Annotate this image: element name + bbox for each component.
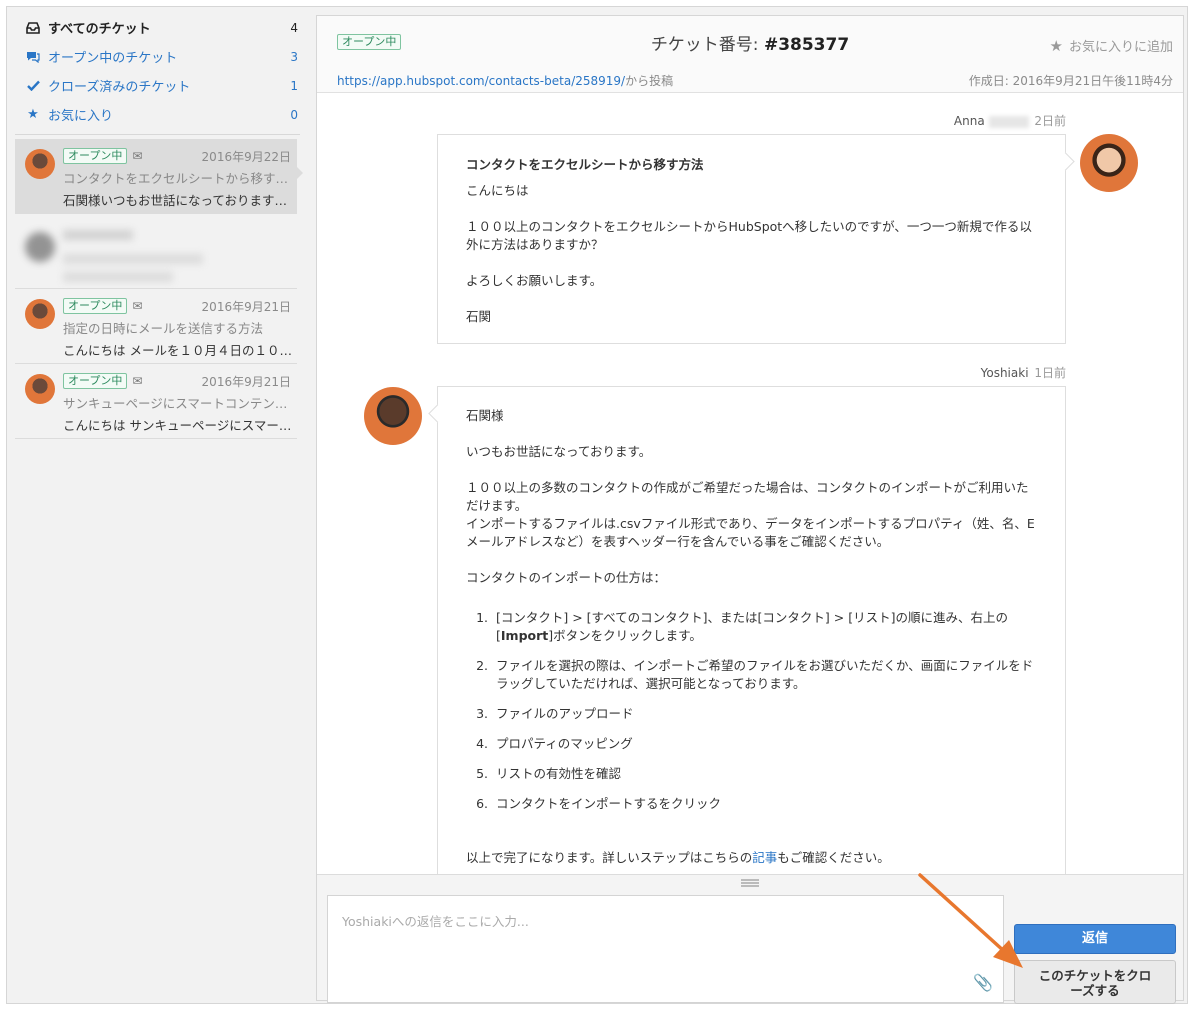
message-time: 1日前 bbox=[1034, 366, 1066, 380]
list-item: ファイルのアップロード bbox=[492, 705, 1037, 723]
status-badge: オープン中 bbox=[63, 298, 128, 314]
created-date: 作成日: 2016年9月21日午後11時4分 bbox=[968, 74, 1173, 88]
conversation: Anna 2日前 コンタクトをエクセルシートから移す方法 こんにちは １００以上… bbox=[317, 94, 1183, 874]
email-icon: ✉ bbox=[132, 374, 143, 388]
send-reply-button[interactable]: 返信 bbox=[1014, 924, 1176, 954]
redacted-content bbox=[25, 230, 291, 282]
list-item: コンタクトをインポートするをクリック bbox=[492, 795, 1037, 813]
ticket-list: オープン中 ✉ 2016年9月22日 コンタクトをエクセルシートから移す… 石関… bbox=[15, 139, 303, 439]
list-item: プロパティのマッピング bbox=[492, 735, 1037, 753]
closing-text: 以上で完了になります。詳しいステップはこちらの bbox=[466, 850, 753, 865]
reply-placeholder: Yoshiakiへの返信をここに入力... bbox=[342, 914, 529, 929]
source-suffix: から投稿 bbox=[625, 74, 674, 88]
inbox-icon bbox=[25, 20, 41, 36]
folder-count: 3 bbox=[290, 49, 298, 64]
app-window: すべてのチケット 4 オープン中のチケット 3 クローズ済みのチケット 1 ★ … bbox=[6, 6, 1188, 1004]
step-text: ]ボタンをクリックします。 bbox=[548, 628, 702, 643]
ticket-number: #385377 bbox=[763, 35, 850, 55]
folder-favorites[interactable]: ★ お気に入り 0 bbox=[15, 100, 300, 129]
avatar bbox=[364, 387, 422, 445]
avatar bbox=[25, 299, 55, 329]
message-bubble: 石関様 いつもお世話になっております。 １００以上の多数のコンタクトの作成がご希… bbox=[437, 386, 1066, 874]
sender-name: Anna bbox=[953, 114, 985, 128]
list-item: ファイルを選択の際は、インポートご希望のファイルをお選びいただくか、画面にファイ… bbox=[492, 657, 1037, 693]
ticket-title-prefix: チケット番号: bbox=[650, 35, 764, 55]
folder-count: 0 bbox=[290, 107, 298, 122]
folder-count: 4 bbox=[290, 20, 298, 35]
message-meta: Anna 2日前 bbox=[954, 112, 1066, 129]
list-item: [コンタクト] > [すべてのコンタクト]、または[コンタクト] > [リスト]… bbox=[492, 609, 1037, 645]
star-icon: ★ bbox=[27, 107, 39, 122]
folder-all-tickets[interactable]: すべてのチケット 4 bbox=[15, 13, 300, 42]
ticket-subject: 指定の日時にメールを送信する方法 bbox=[63, 321, 264, 336]
message-text: いつもお世話になっております。 bbox=[466, 444, 652, 459]
article-link[interactable]: 記事 bbox=[752, 850, 777, 865]
chat-icon bbox=[25, 49, 41, 65]
sender-name: Yoshiaki bbox=[980, 366, 1029, 380]
message-bubble: コンタクトをエクセルシートから移す方法 こんにちは １００以上のコンタクトをエク… bbox=[437, 134, 1066, 344]
message-text: 石関様 bbox=[466, 408, 504, 423]
star-icon: ★ bbox=[1049, 37, 1063, 55]
ticket-list-item[interactable]: オープン中 ✉ 2016年9月21日 サンキューページにスマートコンテン… こん… bbox=[15, 364, 297, 439]
folder-label: クローズ済みのチケット bbox=[48, 80, 191, 95]
ticket-preview: 石関様いつもお世話になっております… bbox=[63, 193, 288, 208]
ticket-date: 2016年9月22日 bbox=[201, 149, 291, 164]
ticket-date: 2016年9月21日 bbox=[201, 374, 291, 389]
paperclip-icon[interactable]: 📎 bbox=[973, 973, 993, 992]
resize-handle[interactable] bbox=[741, 879, 759, 887]
message-text: 石関 bbox=[466, 309, 492, 324]
avatar bbox=[1080, 134, 1138, 192]
close-ticket-label: このチケットをクローズする bbox=[1038, 968, 1152, 998]
message-text: １００以上の多数のコンタクトの作成がご希望だった場合は、コンタクトのインポートが… bbox=[466, 480, 1029, 513]
avatar bbox=[25, 374, 55, 404]
email-icon: ✉ bbox=[132, 149, 143, 163]
avatar bbox=[25, 232, 55, 262]
folder-closed-tickets[interactable]: クローズ済みのチケット 1 bbox=[15, 71, 300, 100]
folder-count: 1 bbox=[290, 78, 298, 93]
reply-area: Yoshiakiへの返信をここに入力... 📎 返信 このチケットをクローズする bbox=[317, 874, 1183, 1004]
sidebar: すべてのチケット 4 オープン中のチケット 3 クローズ済みのチケット 1 ★ … bbox=[7, 7, 308, 1003]
message-subject: コンタクトをエクセルシートから移す方法 bbox=[466, 157, 704, 172]
status-badge: オープン中 bbox=[63, 373, 128, 389]
ticket-header: オープン中 チケット番号: #385377 ★ お気に入りに追加 https://… bbox=[317, 16, 1183, 93]
message-text: １００以上のコンタクトをエクセルシートからHubSpotへ移したいのですが、一つ… bbox=[466, 219, 1032, 252]
message-text: こんにちは bbox=[466, 183, 529, 198]
closing-text: もご確認ください。 bbox=[777, 850, 890, 865]
ticket-subject: サンキューページにスマートコンテン… bbox=[63, 396, 288, 411]
status-badge: オープン中 bbox=[63, 148, 128, 164]
message-meta: Yoshiaki 1日前 bbox=[981, 364, 1066, 381]
check-icon bbox=[25, 78, 41, 94]
redacted-name bbox=[988, 115, 1029, 128]
email-icon: ✉ bbox=[132, 299, 143, 313]
avatar bbox=[25, 149, 55, 179]
source-link[interactable]: https://app.hubspot.com/contacts-beta/25… bbox=[337, 74, 625, 88]
ticket-preview: こんにちは サンキューページにスマー… bbox=[63, 418, 291, 433]
folder-label: すべてのチケット bbox=[48, 22, 151, 37]
message-time: 2日前 bbox=[1034, 114, 1066, 128]
close-ticket-button[interactable]: このチケットをクローズする bbox=[1014, 960, 1176, 1004]
ticket-list-item[interactable]: オープン中 ✉ 2016年9月21日 指定の日時にメールを送信する方法 こんにち… bbox=[15, 289, 297, 364]
add-favorite-button[interactable]: ★ お気に入りに追加 bbox=[1050, 36, 1173, 55]
folder-list: すべてのチケット 4 オープン中のチケット 3 クローズ済みのチケット 1 ★ … bbox=[15, 7, 300, 135]
ticket-source: https://app.hubspot.com/contacts-beta/25… bbox=[337, 72, 673, 89]
message-text: コンタクトのインポートの仕方は： bbox=[466, 570, 667, 585]
ticket-list-item-redacted[interactable] bbox=[15, 214, 297, 289]
ticket-panel: オープン中 チケット番号: #385377 ★ お気に入りに追加 https://… bbox=[316, 15, 1184, 1004]
message-text: インポートするファイルは.csvファイル形式であり、データをインポートするプロパ… bbox=[466, 516, 1035, 549]
ticket-date: 2016年9月21日 bbox=[201, 299, 291, 314]
reply-input[interactable]: Yoshiakiへの返信をここに入力... 📎 bbox=[327, 895, 1004, 1003]
favorite-label: お気に入りに追加 bbox=[1068, 40, 1173, 55]
message-text: 以上で完了になります。詳しいステップはこちらの記事もご確認ください。 bbox=[466, 849, 1037, 867]
list-item: リストの有効性を確認 bbox=[492, 765, 1037, 783]
import-steps: [コンタクト] > [すべてのコンタクト]、または[コンタクト] > [リスト]… bbox=[492, 609, 1037, 813]
ticket-preview: こんにちは メールを１０月４日の１０… bbox=[63, 343, 291, 358]
step-bold: Import bbox=[500, 628, 549, 643]
folder-label: お気に入り bbox=[48, 109, 114, 124]
ticket-list-item[interactable]: オープン中 ✉ 2016年9月22日 コンタクトをエクセルシートから移す… 石関… bbox=[15, 139, 303, 214]
ticket-subject: コンタクトをエクセルシートから移す… bbox=[63, 171, 289, 186]
message-text: よろしくお願いします。 bbox=[466, 273, 603, 288]
folder-label: オープン中のチケット bbox=[48, 51, 178, 66]
folder-open-tickets[interactable]: オープン中のチケット 3 bbox=[15, 42, 300, 71]
